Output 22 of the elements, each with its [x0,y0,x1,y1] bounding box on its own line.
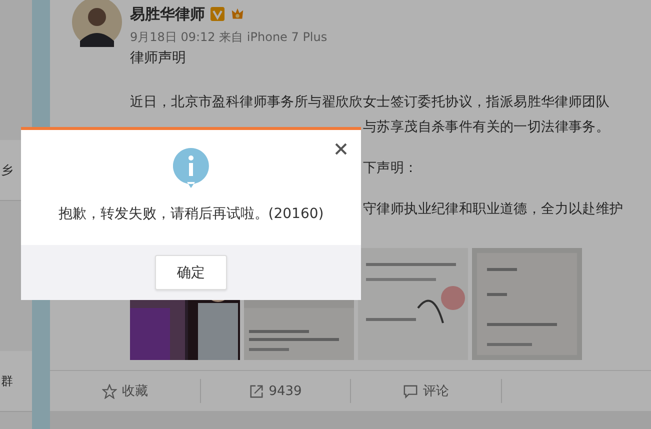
post-text: 下声明： [363,159,419,178]
comment-icon [402,384,418,398]
comment-button[interactable]: 评论 [402,382,449,400]
verified-icon [210,7,225,21]
author-name[interactable]: 易胜华律师 [130,4,205,24]
info-icon [173,148,209,188]
avatar [72,0,122,47]
post-time: 9月18日 09:12 来自 iPhone 7 Plus [130,29,328,46]
share-icon [248,384,264,398]
error-message: 抱歉，转发失败，请稍后再试啦。(20160) [58,205,324,223]
repost-button[interactable]: 9439 [248,384,302,398]
favorite-button[interactable]: 收藏 [102,382,148,400]
confirm-button[interactable]: 确定 [155,255,227,290]
close-icon[interactable] [335,143,347,155]
post-text: 与苏享茂自杀事件有关的一切法律事务。 [363,118,611,137]
sidebar-item[interactable]: 乡 [1,162,13,178]
star-icon [102,384,117,398]
sidebar-item[interactable]: 群 [1,372,13,390]
post-text: 守律师执业纪律和职业道德，全力以赴维护 [363,200,624,219]
member-icon [230,7,245,21]
post-text: 近日，北京市盈科律师事务所与翟欣欣女士签订委托协议，指派易胜华律师团队 [130,93,611,112]
post-title: 律师声明 [130,49,187,68]
